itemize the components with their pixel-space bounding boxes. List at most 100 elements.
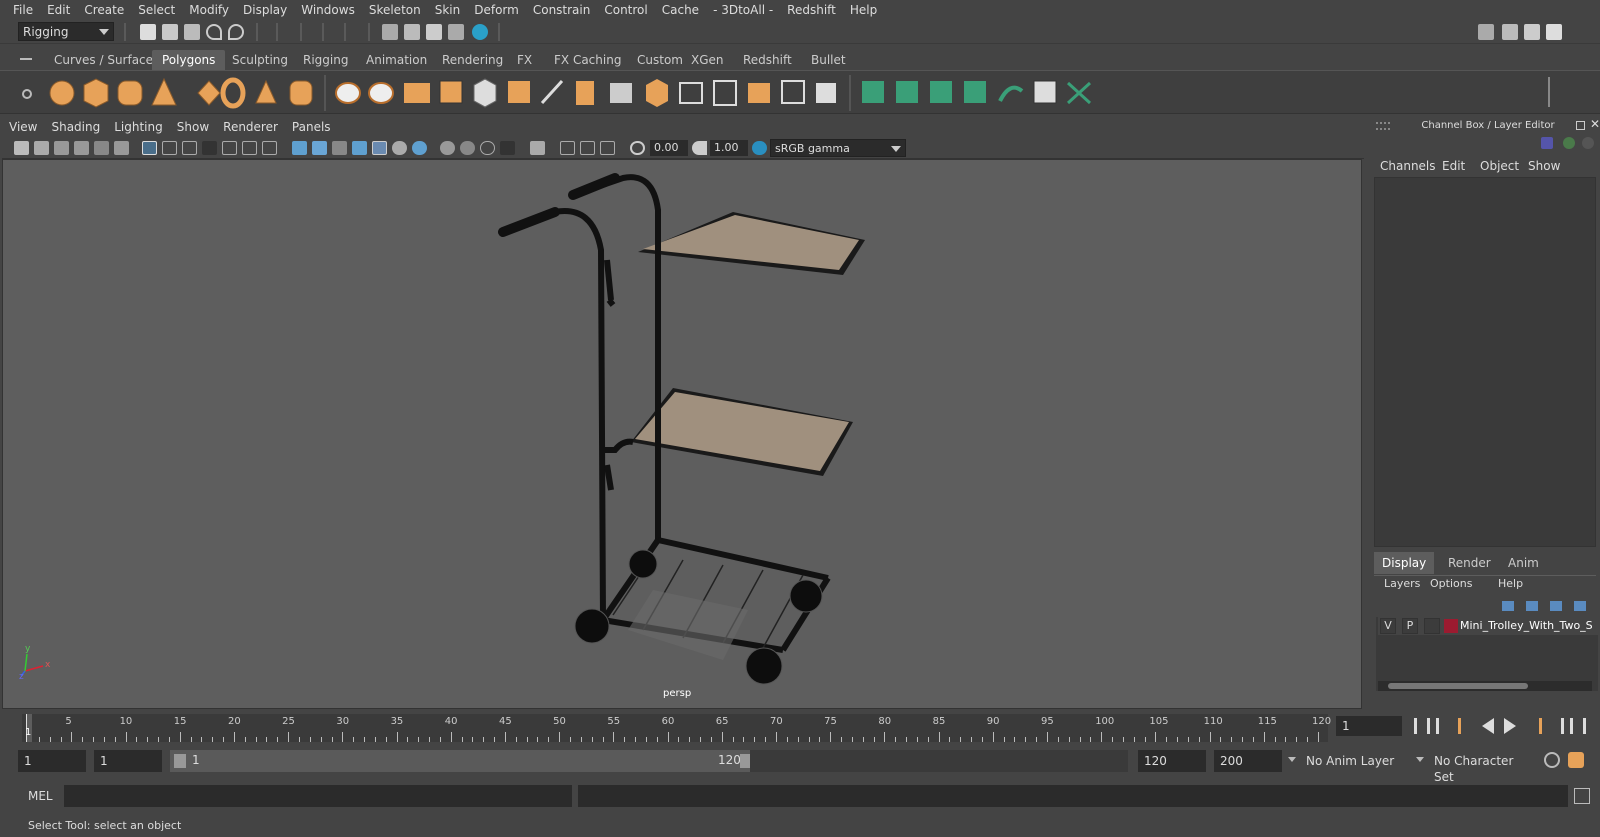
current-frame-field[interactable]: 1 (1336, 716, 1402, 736)
menu-constrain[interactable]: Constrain (526, 3, 598, 17)
layer-row[interactable]: V P Mini_Trolley_With_Two_S (1378, 617, 1598, 635)
shelf-tab-xgen[interactable]: XGen (681, 50, 734, 70)
panel-grip-icon[interactable] (1376, 122, 1390, 130)
shadows-icon[interactable] (412, 141, 427, 155)
channel-box-display-icon[interactable] (1541, 137, 1553, 149)
menu-create[interactable]: Create (77, 3, 131, 17)
image-plane-icon[interactable] (74, 141, 89, 155)
2d-pan-zoom-icon[interactable] (114, 141, 129, 155)
new-empty-layer-icon[interactable] (1550, 601, 1562, 611)
bookmark-icon[interactable] (54, 141, 69, 155)
xray-icon[interactable] (560, 141, 575, 155)
menu-display[interactable]: Display (236, 3, 294, 17)
viewport-menu-show[interactable]: Show (170, 120, 216, 134)
layer-color-swatch[interactable] (1444, 619, 1458, 633)
persp-viewport[interactable]: x y z persp (2, 159, 1362, 709)
use-default-material-icon[interactable] (332, 141, 347, 155)
help-menu[interactable]: Help (1498, 577, 1523, 590)
layer-playback-toggle[interactable]: P (1402, 618, 1418, 634)
shelf-tab-polygons[interactable]: Polygons (152, 50, 226, 70)
move-layer-up-icon[interactable] (1502, 601, 1514, 611)
motion-blur-icon[interactable] (460, 141, 475, 155)
edit-menu[interactable]: Edit (1442, 159, 1465, 173)
viewport-menu-view[interactable]: View (2, 120, 44, 134)
new-scene-icon[interactable] (140, 24, 156, 40)
grease-pencil-icon[interactable] (94, 141, 109, 155)
character-set-dropdown[interactable]: No Character Set (1428, 750, 1540, 784)
range-slider[interactable]: 1 120 (170, 750, 752, 772)
layers-menu[interactable]: Layers (1384, 577, 1420, 590)
menu-help[interactable]: Help (843, 3, 884, 17)
play-forward-icon[interactable] (1504, 718, 1516, 734)
menu-cache[interactable]: Cache (655, 3, 706, 17)
menu-deform[interactable]: Deform (467, 3, 526, 17)
menu-redshift[interactable]: Redshift (780, 3, 843, 17)
step-back-frame-icon[interactable] (1436, 718, 1452, 734)
go-to-start-icon[interactable] (1414, 718, 1430, 734)
xray-components-icon[interactable] (600, 141, 615, 155)
gamma-field[interactable]: 1.00 (710, 140, 748, 156)
menu-set-dropdown[interactable]: Rigging (18, 22, 114, 41)
textured-icon[interactable] (372, 141, 387, 155)
use-all-lights-icon[interactable] (392, 141, 407, 155)
shelf-tab-sculpting[interactable]: Sculpting (222, 50, 298, 70)
move-layer-down-icon[interactable] (1526, 601, 1538, 611)
viewport-menu-shading[interactable]: Shading (44, 120, 107, 134)
new-layer-selected-icon[interactable] (1574, 601, 1586, 611)
anti-aliasing-icon[interactable] (480, 141, 495, 155)
modeling-toolkit-icon[interactable] (1478, 24, 1494, 40)
ambient-occlusion-icon[interactable] (440, 141, 455, 155)
options-menu[interactable]: Options (1430, 577, 1472, 590)
script-language-label[interactable]: MEL (28, 789, 53, 803)
resolution-gate-icon[interactable] (182, 141, 197, 155)
camera-icon[interactable] (14, 141, 29, 155)
hypershade-icon[interactable] (472, 24, 488, 40)
menu-control[interactable]: Control (597, 3, 654, 17)
wireframe-on-shaded-icon[interactable] (352, 141, 367, 155)
go-to-end-icon[interactable] (1570, 718, 1586, 734)
menu-modify[interactable]: Modify (182, 3, 236, 17)
object-menu[interactable]: Object (1480, 159, 1519, 173)
menu-windows[interactable]: Windows (294, 3, 362, 17)
channel-box-toggle-icon[interactable] (1546, 24, 1562, 40)
shelf-tab-curves-surfaces[interactable]: Curves / Surfaces (44, 50, 169, 70)
layer-scrollbar-thumb[interactable] (1388, 683, 1528, 689)
menu-edit[interactable]: Edit (40, 3, 77, 17)
show-menu[interactable]: Show (1528, 159, 1560, 173)
layer-scrollbar[interactable] (1378, 681, 1592, 691)
render-settings-icon[interactable] (448, 24, 464, 40)
shelf-tab-rigging[interactable]: Rigging (293, 50, 358, 70)
playback-start-field[interactable]: 1 (94, 750, 162, 772)
color-management-icon[interactable] (752, 141, 767, 155)
attribute-editor-icon[interactable] (1502, 24, 1518, 40)
channels-menu[interactable]: Channels (1380, 159, 1436, 173)
gamma-icon[interactable] (692, 141, 707, 155)
channel-box-speed-icon[interactable] (1582, 137, 1594, 149)
grid-icon[interactable] (142, 141, 157, 155)
depth-of-field-icon[interactable] (500, 141, 515, 155)
shelf-menu-icon[interactable] (20, 58, 32, 60)
close-icon[interactable]: ✕ (1590, 117, 1600, 131)
ipr-render-icon[interactable] (426, 24, 442, 40)
field-chart-icon[interactable] (222, 141, 237, 155)
playback-end-field[interactable]: 120 (1138, 750, 1206, 772)
render-frame-icon[interactable] (404, 24, 420, 40)
channel-list[interactable] (1374, 177, 1596, 547)
shelf-tab-rendering[interactable]: Rendering (432, 50, 513, 70)
menu-skeleton[interactable]: Skeleton (362, 3, 428, 17)
step-forward-key-icon[interactable] (1526, 718, 1542, 734)
save-scene-icon[interactable] (184, 24, 200, 40)
animation-preferences-icon[interactable] (1568, 752, 1584, 768)
wireframe-icon[interactable] (292, 141, 307, 155)
auto-key-icon[interactable] (1544, 752, 1560, 768)
view-transform-dropdown[interactable]: sRGB gamma (770, 139, 906, 157)
tab-render[interactable]: Render (1448, 556, 1491, 570)
shelf-tab-bullet[interactable]: Bullet (801, 50, 856, 70)
play-backward-icon[interactable] (1482, 718, 1494, 734)
command-input[interactable] (64, 785, 572, 807)
viewport-menu-renderer[interactable]: Renderer (216, 120, 285, 134)
layer-name[interactable]: Mini_Trolley_With_Two_S (1460, 619, 1598, 632)
render-view-icon[interactable] (382, 24, 398, 40)
xray-joints-icon[interactable] (580, 141, 595, 155)
channel-box-scale-icon[interactable] (1563, 137, 1575, 149)
